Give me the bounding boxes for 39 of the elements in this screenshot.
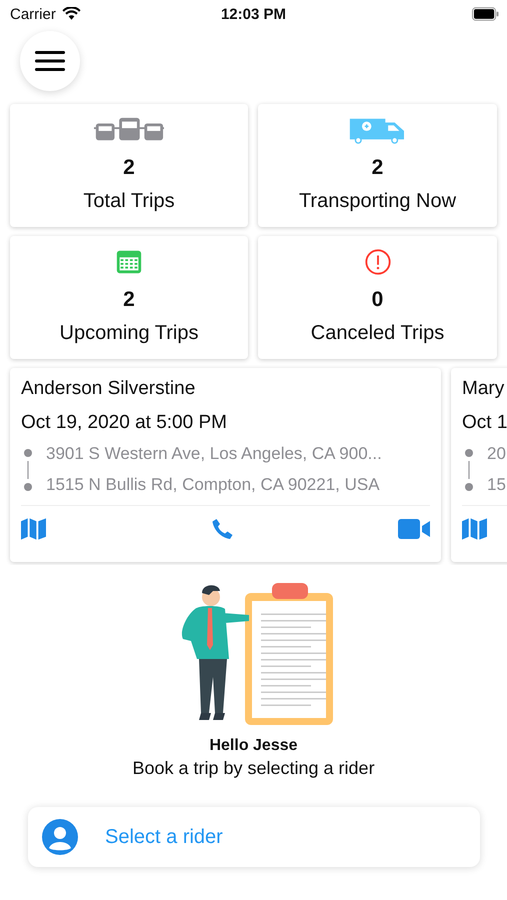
trip-time: Oct 1 <box>462 412 507 434</box>
stat-label: Total Trips <box>83 190 175 213</box>
stat-card[interactable]: 2 Total Trips <box>10 104 248 227</box>
stat-card[interactable]: 0 Canceled Trips <box>258 236 497 359</box>
stat-count: 0 <box>372 288 384 312</box>
route-line-icon <box>464 448 474 492</box>
stat-count: 2 <box>123 288 135 312</box>
trip-card[interactable]: Mary Oct 1 20 15 <box>451 368 507 562</box>
phone-icon[interactable] <box>210 518 234 540</box>
dropoff-address: 1515 N Bullis Rd, Compton, CA 90221, USA <box>46 475 381 495</box>
carrier-label: Carrier <box>10 6 56 22</box>
rider-name: Mary <box>462 378 506 400</box>
stat-label: Canceled Trips <box>310 322 444 345</box>
stat-label: Upcoming Trips <box>60 322 198 345</box>
battery-icon <box>472 7 499 21</box>
trip-card[interactable]: Anderson Silverstine Oct 19, 2020 at 5:00 PM 3901 S Western Ave, Los Angeles, CA 900... 1515 N Bullis Rd, Compton, CA 90221, USA <box>10 368 441 562</box>
clock-time: 12:03 PM <box>220 6 286 22</box>
menu-button[interactable] <box>20 31 80 91</box>
alert-icon <box>364 248 392 276</box>
video-camera-icon[interactable] <box>398 518 430 540</box>
stat-count: 2 <box>123 156 135 180</box>
stat-card[interactable]: 2 Transporting Now <box>258 104 497 227</box>
stat-label: Transporting Now <box>298 190 456 213</box>
dropoff-address: 15 <box>487 475 506 495</box>
pickup-address: 3901 S Western Ave, Los Angeles, CA 900... <box>46 444 382 464</box>
pickup-address: 20 <box>487 444 506 464</box>
calendar-icon <box>115 248 143 276</box>
user-avatar-icon <box>42 819 78 855</box>
stat-card[interactable]: 2 Upcoming Trips <box>10 236 248 359</box>
trip-time: Oct 19, 2020 at 5:00 PM <box>21 412 228 434</box>
menu-icon <box>35 50 65 72</box>
map-icon[interactable] <box>462 518 487 540</box>
rider-name: Anderson Silverstine <box>21 378 196 400</box>
route-line-icon <box>23 448 33 492</box>
greeting-text: Hello Jesse <box>209 737 298 755</box>
stat-count: 2 <box>372 156 384 180</box>
map-icon[interactable] <box>21 518 46 540</box>
wifi-icon <box>62 7 81 21</box>
prompt-text: Book a trip by selecting a rider <box>132 758 375 779</box>
